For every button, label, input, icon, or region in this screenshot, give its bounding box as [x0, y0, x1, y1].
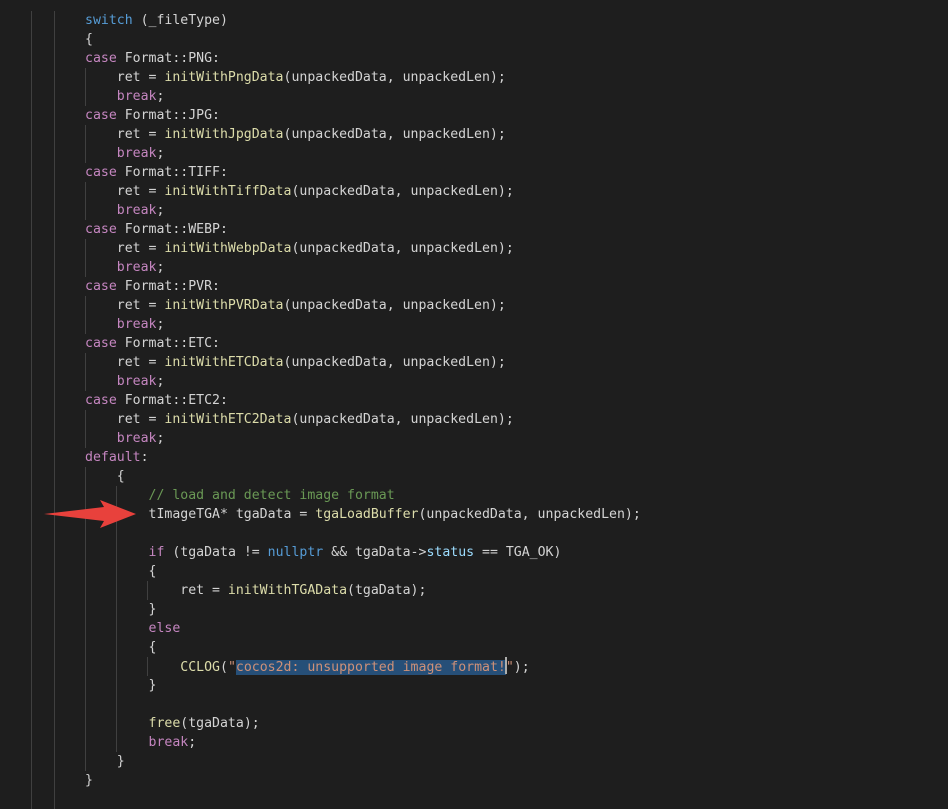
- indent-guide: [54, 11, 55, 809]
- indent-guide: [147, 581, 148, 600]
- indent-guide: [31, 11, 32, 809]
- code-line[interactable]: case Format::PNG:: [85, 49, 220, 68]
- code-line[interactable]: {: [85, 30, 93, 49]
- code-line[interactable]: break;: [85, 258, 165, 277]
- code-line[interactable]: break;: [85, 733, 197, 752]
- code-line[interactable]: {: [85, 467, 125, 486]
- indent-guide: [147, 657, 148, 676]
- code-line[interactable]: case Format::PVR:: [85, 277, 220, 296]
- indent-guide: [85, 410, 86, 448]
- code-line[interactable]: ret = initWithPngData(unpackedData, unpa…: [85, 68, 506, 87]
- code-line[interactable]: ret = initWithPVRData(unpackedData, unpa…: [85, 296, 506, 315]
- code-line[interactable]: case Format::ETC2:: [85, 391, 228, 410]
- code-line[interactable]: break;: [85, 144, 165, 163]
- indent-guide: [85, 182, 86, 220]
- code-line[interactable]: }: [85, 676, 157, 695]
- code-line[interactable]: ret = initWithTiffData(unpackedData, unp…: [85, 182, 514, 201]
- code-line[interactable]: case Format::WEBP:: [85, 220, 228, 239]
- code-line[interactable]: break;: [85, 87, 165, 106]
- indent-guide: [85, 353, 86, 391]
- code-line[interactable]: if (tgaData != nullptr && tgaData->statu…: [85, 543, 562, 562]
- code-line[interactable]: ret = initWithWebpData(unpackedData, unp…: [85, 239, 514, 258]
- code-line[interactable]: ret = initWithJpgData(unpackedData, unpa…: [85, 125, 506, 144]
- code-line[interactable]: case Format::TIFF:: [85, 163, 228, 182]
- indent-guide: [85, 296, 86, 334]
- code-line[interactable]: case Format::JPG:: [85, 106, 220, 125]
- red-arrow-icon: [44, 500, 136, 528]
- code-line[interactable]: break;: [85, 201, 165, 220]
- code-line[interactable]: CCLOG("cocos2d: unsupported image format…: [85, 657, 530, 676]
- code-line[interactable]: ret = initWithETCData(unpackedData, unpa…: [85, 353, 506, 372]
- indent-guide: [85, 125, 86, 163]
- code-line[interactable]: tImageTGA* tgaData = tgaLoadBuffer(unpac…: [85, 505, 641, 524]
- code-line[interactable]: break;: [85, 429, 165, 448]
- code-line[interactable]: }: [85, 771, 93, 790]
- code-line[interactable]: ret = initWithTGAData(tgaData);: [85, 581, 426, 600]
- code-line[interactable]: free(tgaData);: [85, 714, 260, 733]
- code-editor[interactable]: switch (_fileType){case Format::PNG: ret…: [0, 0, 948, 809]
- code-line[interactable]: }: [85, 600, 157, 619]
- code-line[interactable]: }: [85, 752, 125, 771]
- code-line[interactable]: else: [85, 619, 181, 638]
- code-line[interactable]: break;: [85, 315, 165, 334]
- code-line[interactable]: {: [85, 562, 157, 581]
- indent-guide: [85, 239, 86, 277]
- code-line[interactable]: default:: [85, 448, 149, 467]
- indent-guide: [85, 68, 86, 106]
- code-line[interactable]: {: [85, 638, 157, 657]
- code-line[interactable]: case Format::ETC:: [85, 334, 220, 353]
- code-line[interactable]: break;: [85, 372, 165, 391]
- code-line[interactable]: switch (_fileType): [85, 11, 228, 30]
- code-line[interactable]: ret = initWithETC2Data(unpackedData, unp…: [85, 410, 514, 429]
